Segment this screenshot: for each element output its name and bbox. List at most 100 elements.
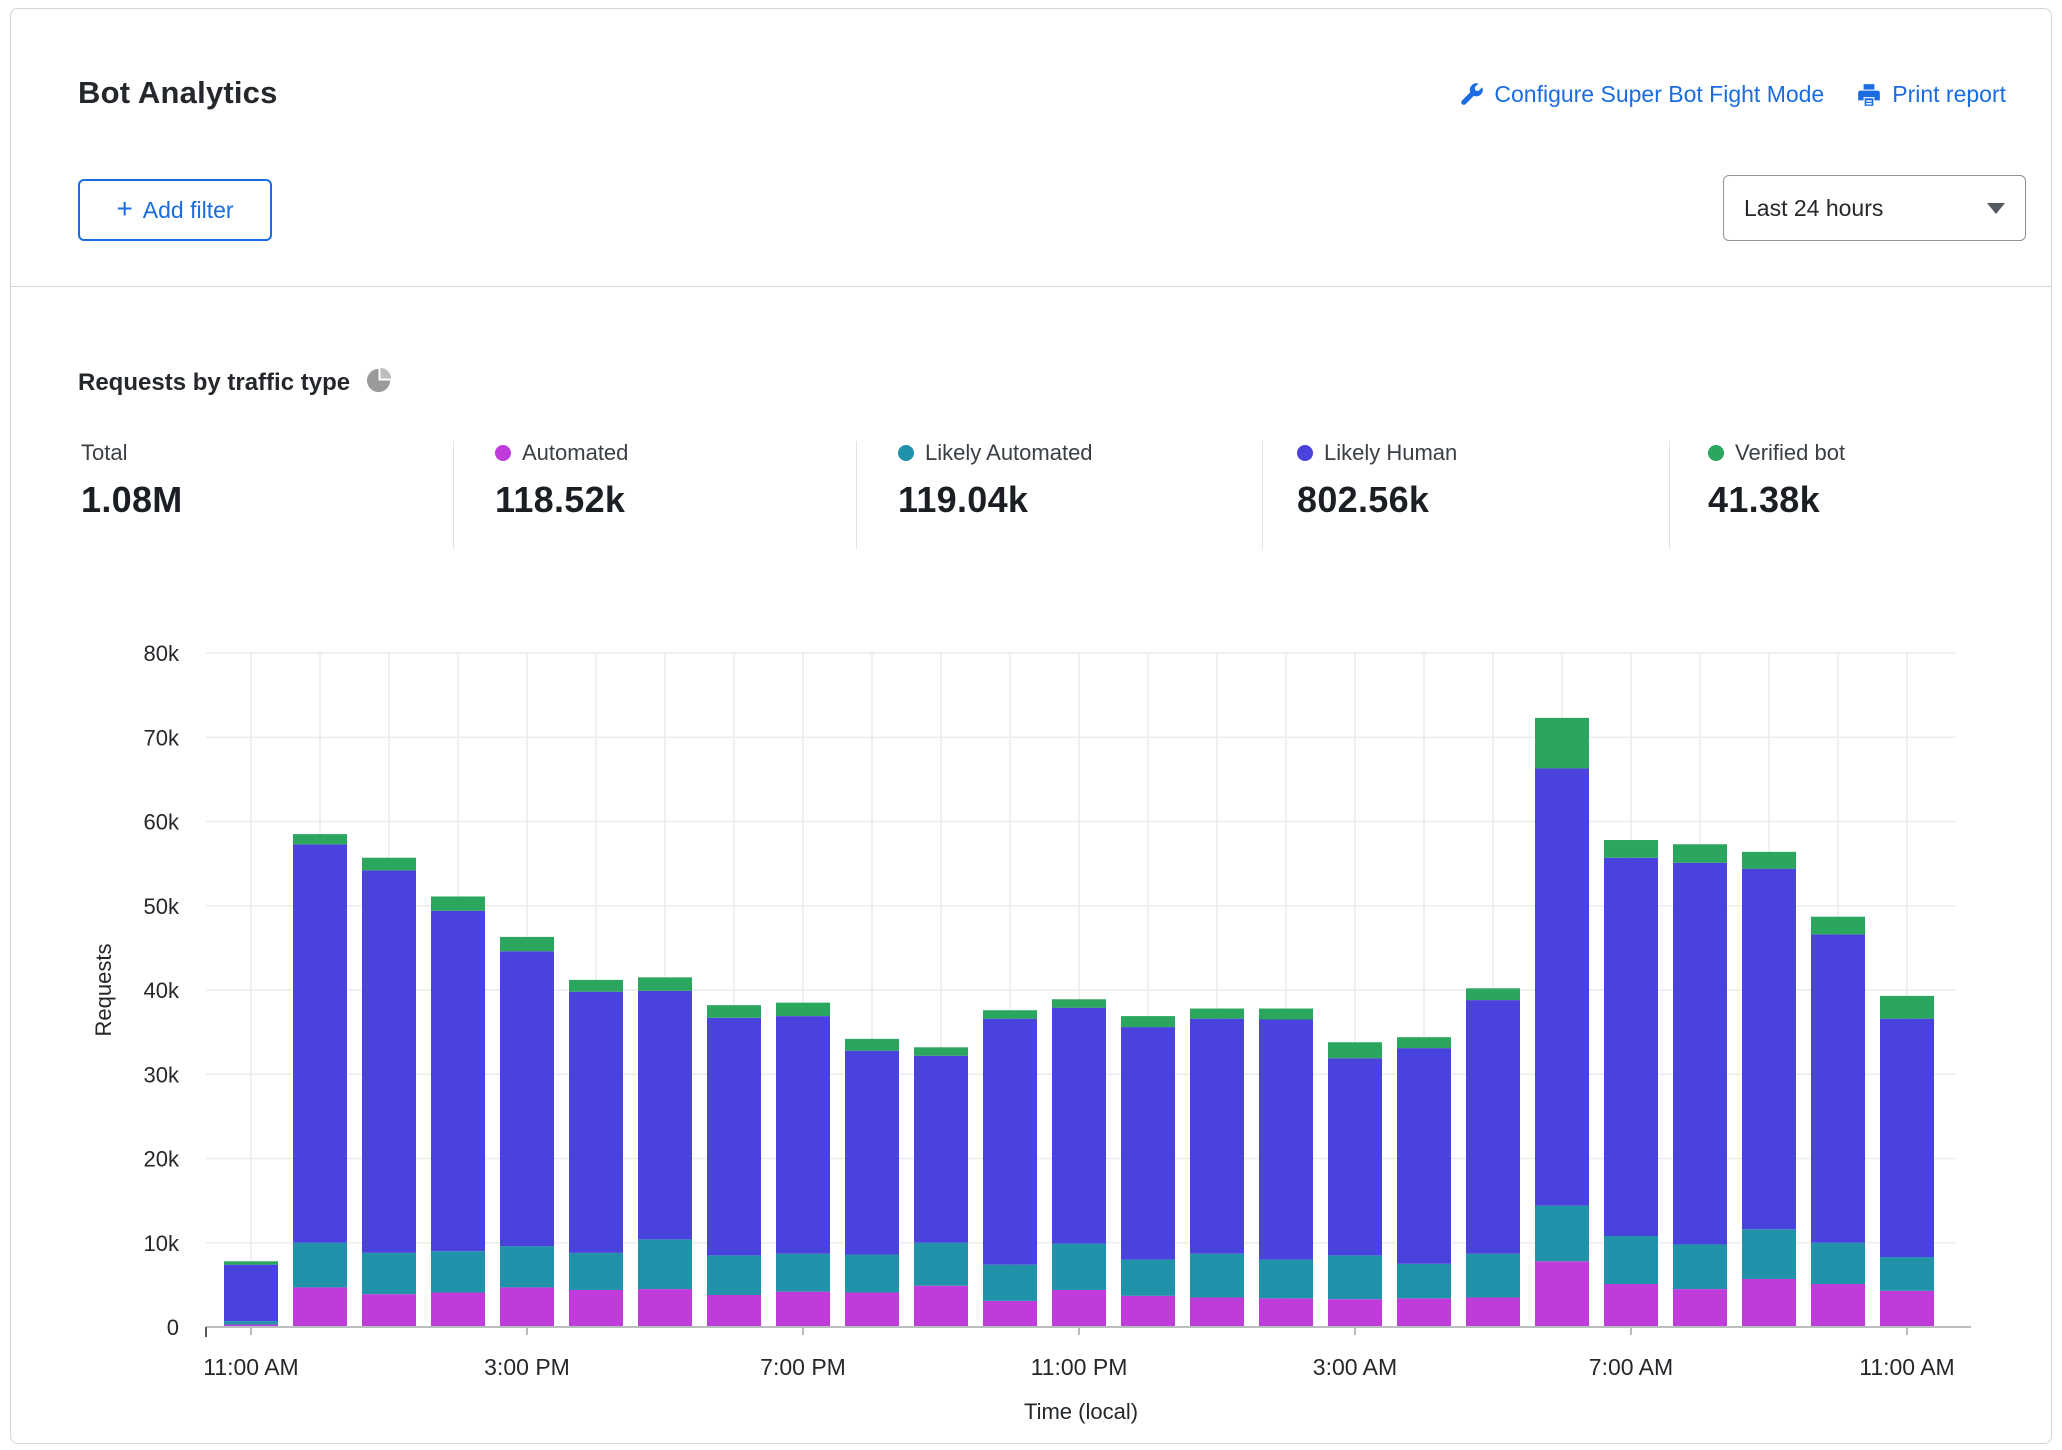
card-header: Bot Analytics Configure Super Bot Fight … xyxy=(11,9,2051,287)
stat-likely-automated-label: Likely Automated xyxy=(925,440,1093,466)
svg-text:11:00 AM: 11:00 AM xyxy=(203,1354,298,1380)
stat-likely-automated: Likely Automated 119.04k xyxy=(898,441,1093,521)
bar-segment xyxy=(569,1290,623,1327)
stat-likely-human: Likely Human 802.56k xyxy=(1297,441,1457,521)
bar-segment xyxy=(776,1016,830,1254)
bar-segment xyxy=(1397,1264,1451,1299)
bar-segment xyxy=(914,1047,968,1055)
svg-text:40k: 40k xyxy=(144,978,180,1003)
bar-segment xyxy=(1880,1257,1934,1291)
section-title-row: Requests by traffic type xyxy=(78,367,393,399)
stat-likely-human-label: Likely Human xyxy=(1324,440,1457,466)
bar-segment xyxy=(569,1253,623,1290)
stacked-bar-chart: 010k20k30k40k50k60k70k80k11:00 AM3:00 PM… xyxy=(11,569,2051,1439)
bar-segment xyxy=(707,1005,761,1018)
bar-segment xyxy=(293,1243,347,1288)
stat-likely-automated-value: 119.04k xyxy=(898,479,1093,521)
svg-text:80k: 80k xyxy=(144,641,180,666)
bar-segment xyxy=(1259,1298,1313,1327)
bar-segment xyxy=(1121,1027,1175,1260)
bar-segment xyxy=(1328,1299,1382,1327)
bar-segment xyxy=(224,1321,278,1324)
bar-segment xyxy=(1742,1229,1796,1279)
stat-verified-bot-value: 41.38k xyxy=(1708,479,1845,521)
pie-chart-icon xyxy=(366,367,393,399)
bar-segment xyxy=(845,1255,899,1293)
svg-text:50k: 50k xyxy=(144,894,180,919)
bar-segment xyxy=(1742,852,1796,869)
bar-segment xyxy=(1880,1019,1934,1257)
bar-segment xyxy=(707,1255,761,1295)
bar-segment xyxy=(1466,1254,1520,1298)
bar-segment xyxy=(1673,1289,1727,1327)
stat-verified-bot: Verified bot 41.38k xyxy=(1708,441,1845,521)
svg-text:10k: 10k xyxy=(144,1231,180,1256)
bar-segment xyxy=(1811,1284,1865,1327)
time-range-value: Last 24 hours xyxy=(1744,195,1883,222)
bar-segment xyxy=(1328,1058,1382,1255)
bar-segment xyxy=(569,992,623,1253)
bar-segment xyxy=(224,1265,278,1321)
configure-super-bot-fight-mode-link[interactable]: Configure Super Bot Fight Mode xyxy=(1458,81,1824,108)
bar-segment xyxy=(1535,718,1589,769)
stat-automated-value: 118.52k xyxy=(495,479,628,521)
bar-segment xyxy=(1121,1016,1175,1027)
bar-segment xyxy=(1397,1048,1451,1264)
stat-total-label: Total xyxy=(81,440,127,466)
bar-segment xyxy=(1259,1019,1313,1259)
stat-likely-human-value: 802.56k xyxy=(1297,479,1457,521)
stat-total-value: 1.08M xyxy=(81,479,183,521)
bar-segment xyxy=(293,844,347,1243)
bar-segment xyxy=(914,1056,968,1243)
likely-automated-legend-dot xyxy=(898,445,914,461)
bar-segment xyxy=(1811,917,1865,935)
bot-analytics-card: Bot Analytics Configure Super Bot Fight … xyxy=(10,8,2052,1444)
svg-text:3:00 PM: 3:00 PM xyxy=(484,1354,570,1380)
print-link-label: Print report xyxy=(1892,81,2006,108)
svg-text:0: 0 xyxy=(167,1315,179,1340)
printer-icon xyxy=(1856,82,1882,108)
bar-segment xyxy=(983,1265,1037,1301)
page-title: Bot Analytics xyxy=(78,75,278,111)
bar-segment xyxy=(1535,1261,1589,1327)
bar-segment xyxy=(1052,1290,1106,1327)
bar-segment xyxy=(1673,863,1727,1245)
bar-segment xyxy=(1121,1260,1175,1296)
bar-segment xyxy=(707,1295,761,1327)
bar-segment xyxy=(1397,1298,1451,1327)
stat-total: Total 1.08M xyxy=(81,441,183,521)
bar-segment xyxy=(362,1294,416,1327)
bar-segment xyxy=(638,977,692,990)
add-filter-button[interactable]: + Add filter xyxy=(78,179,272,241)
bar-segment xyxy=(983,1019,1037,1265)
svg-text:Requests: Requests xyxy=(91,944,116,1037)
bar-segment xyxy=(1190,1009,1244,1019)
bar-segment xyxy=(1604,858,1658,1236)
stat-divider xyxy=(1669,441,1670,549)
bar-segment xyxy=(1397,1037,1451,1048)
bar-segment xyxy=(224,1261,278,1264)
plus-icon: + xyxy=(116,195,132,223)
bar-segment xyxy=(1121,1296,1175,1327)
bar-segment xyxy=(1190,1254,1244,1298)
bar-segment xyxy=(638,991,692,1240)
bar-segment xyxy=(569,980,623,992)
stats-row: Total 1.08M Automated 118.52k Likely Aut… xyxy=(11,441,2051,551)
svg-text:70k: 70k xyxy=(144,725,180,750)
page: Bot Analytics Configure Super Bot Fight … xyxy=(0,0,2062,1450)
add-filter-label: Add filter xyxy=(143,197,234,224)
time-range-select[interactable]: Last 24 hours xyxy=(1723,175,2026,241)
print-report-link[interactable]: Print report xyxy=(1856,81,2006,108)
svg-text:30k: 30k xyxy=(144,1062,180,1087)
automated-legend-dot xyxy=(495,445,511,461)
bar-segment xyxy=(1673,844,1727,863)
bar-segment xyxy=(1811,934,1865,1242)
bar-segment xyxy=(362,1253,416,1294)
bar-segment xyxy=(500,951,554,1246)
stat-automated-label: Automated xyxy=(522,440,628,466)
svg-text:11:00 AM: 11:00 AM xyxy=(1859,1354,1954,1380)
stat-automated: Automated 118.52k xyxy=(495,441,628,521)
bar-segment xyxy=(431,911,485,1251)
svg-text:7:00 AM: 7:00 AM xyxy=(1589,1354,1673,1380)
svg-text:11:00 PM: 11:00 PM xyxy=(1031,1354,1128,1380)
